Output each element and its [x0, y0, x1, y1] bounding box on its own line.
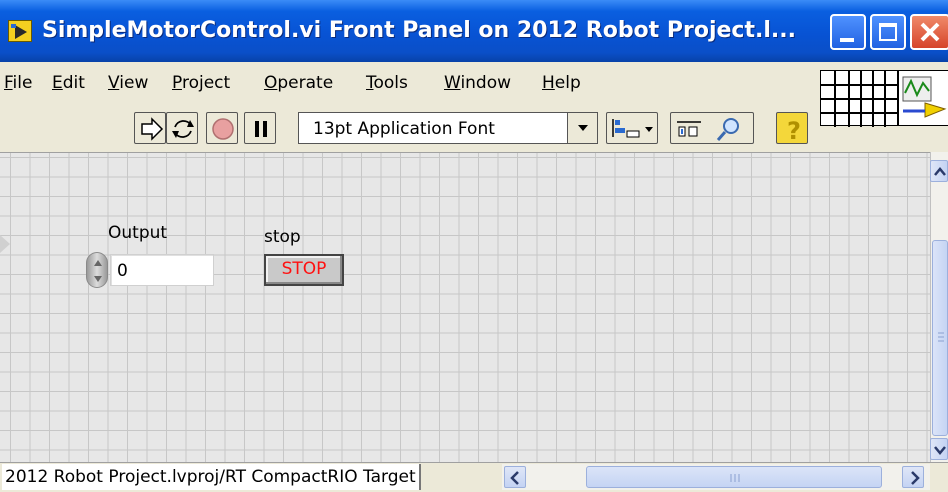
- run-continuously-button[interactable]: [166, 112, 198, 144]
- scroll-down-button[interactable]: [930, 438, 948, 460]
- scroll-left-button[interactable]: [504, 466, 526, 488]
- pause-button[interactable]: [244, 112, 276, 144]
- text-settings-dropdown[interactable]: 13pt Application Font: [298, 112, 598, 144]
- origin-marker: [0, 235, 10, 253]
- align-objects-button[interactable]: [606, 112, 658, 144]
- labview-vi-icon: [8, 20, 32, 42]
- close-button[interactable]: [910, 14, 948, 50]
- context-help-button[interactable]: ?: [776, 112, 808, 145]
- menu-bar: File Edit View Project Operate Tools Win…: [0, 62, 820, 102]
- menu-tools[interactable]: Tools: [366, 72, 408, 94]
- chevron-left-icon: [510, 471, 519, 485]
- front-panel-canvas[interactable]: [0, 152, 930, 462]
- font-setting-label: 13pt Application Font: [313, 119, 495, 139]
- run-continuously-icon: [172, 120, 194, 138]
- output-label: Output: [108, 223, 168, 243]
- output-numeric-control: 0: [86, 252, 214, 288]
- menu-window[interactable]: Window: [444, 72, 511, 94]
- menu-operate[interactable]: Operate: [264, 72, 333, 94]
- menu-project[interactable]: Project: [172, 72, 230, 94]
- window-title: SimpleMotorControl.vi Front Panel on 201…: [42, 18, 796, 43]
- vi-icon[interactable]: [898, 70, 948, 126]
- pause-icon: [255, 121, 267, 137]
- project-context-label: 2012 Robot Project.lvproj/RT CompactRIO …: [2, 464, 421, 490]
- chevron-right-icon: [911, 471, 920, 485]
- vertical-scroll-thumb[interactable]: [932, 240, 948, 436]
- minimize-icon: [840, 38, 854, 42]
- context-help-icon: ?: [787, 117, 801, 145]
- connector-pane[interactable]: [820, 70, 899, 127]
- svg-text:?: ?: [787, 117, 801, 145]
- scroll-right-button[interactable]: [902, 466, 924, 488]
- run-button[interactable]: [134, 112, 166, 144]
- title-bar[interactable]: SimpleMotorControl.vi Front Panel on 201…: [0, 0, 948, 62]
- dropdown-arrow-icon: [567, 113, 597, 143]
- scroll-up-button[interactable]: [930, 160, 948, 182]
- output-numeric-field[interactable]: 0: [110, 254, 214, 286]
- close-icon: [920, 22, 940, 42]
- run-arrow-icon: [141, 117, 164, 141]
- distribute-objects-icon: [677, 121, 701, 137]
- output-value: 0: [117, 261, 128, 281]
- increment-decrement-arrows[interactable]: [86, 252, 108, 288]
- menu-view[interactable]: View: [108, 72, 148, 94]
- menu-file[interactable]: File: [4, 72, 32, 94]
- maximize-button[interactable]: [870, 14, 906, 50]
- distribute-objects-button[interactable]: [670, 112, 754, 144]
- search-icon: [716, 118, 739, 141]
- horizontal-scroll-thumb[interactable]: [586, 466, 882, 488]
- minimize-button[interactable]: [830, 14, 866, 50]
- stop-label: stop: [264, 227, 301, 247]
- abort-icon: [212, 118, 234, 140]
- maximize-icon: [879, 23, 897, 41]
- abort-button[interactable]: [206, 112, 238, 144]
- align-objects-icon: [612, 119, 653, 138]
- menu-edit[interactable]: Edit: [52, 72, 85, 94]
- menu-help[interactable]: Help: [542, 72, 581, 94]
- stop-button[interactable]: STOP: [264, 254, 344, 286]
- chevron-down-icon: [934, 446, 946, 455]
- chevron-up-icon: [934, 167, 946, 176]
